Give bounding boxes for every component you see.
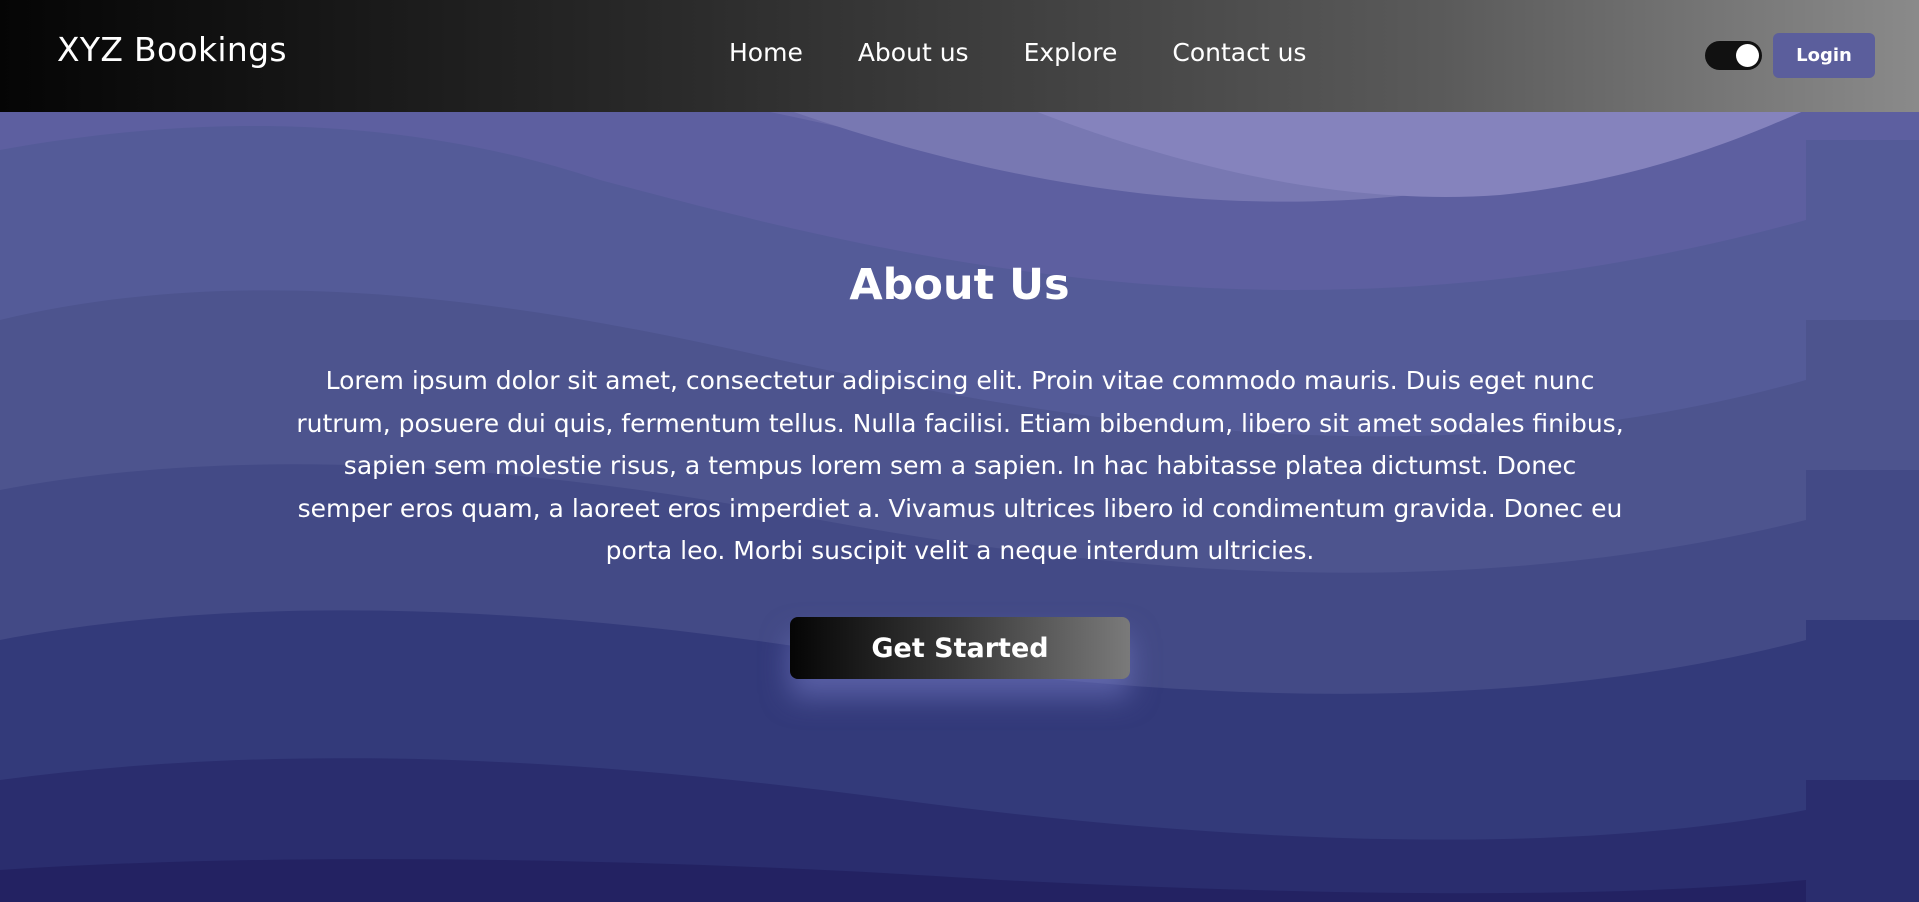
- get-started-button[interactable]: Get Started: [790, 617, 1130, 679]
- nav-contact-us[interactable]: Contact us: [1172, 38, 1306, 67]
- nav-explore[interactable]: Explore: [1024, 38, 1118, 67]
- nav-home[interactable]: Home: [729, 38, 803, 67]
- brand-logo[interactable]: XYZ Bookings: [57, 30, 287, 69]
- toggle-knob: [1736, 44, 1759, 67]
- theme-toggle[interactable]: [1705, 41, 1762, 70]
- page: XYZ Bookings Home About us Explore Conta…: [0, 0, 1919, 902]
- section-title: About Us: [849, 260, 1070, 310]
- main-nav: Home About us Explore Contact us: [729, 38, 1306, 67]
- right-wave-strip: [1806, 0, 1919, 902]
- login-button[interactable]: Login: [1773, 33, 1875, 78]
- nav-about-us[interactable]: About us: [858, 38, 969, 67]
- section-body-text: Lorem ipsum dolor sit amet, consectetur …: [296, 366, 1624, 565]
- top-navbar: XYZ Bookings Home About us Explore Conta…: [0, 0, 1919, 112]
